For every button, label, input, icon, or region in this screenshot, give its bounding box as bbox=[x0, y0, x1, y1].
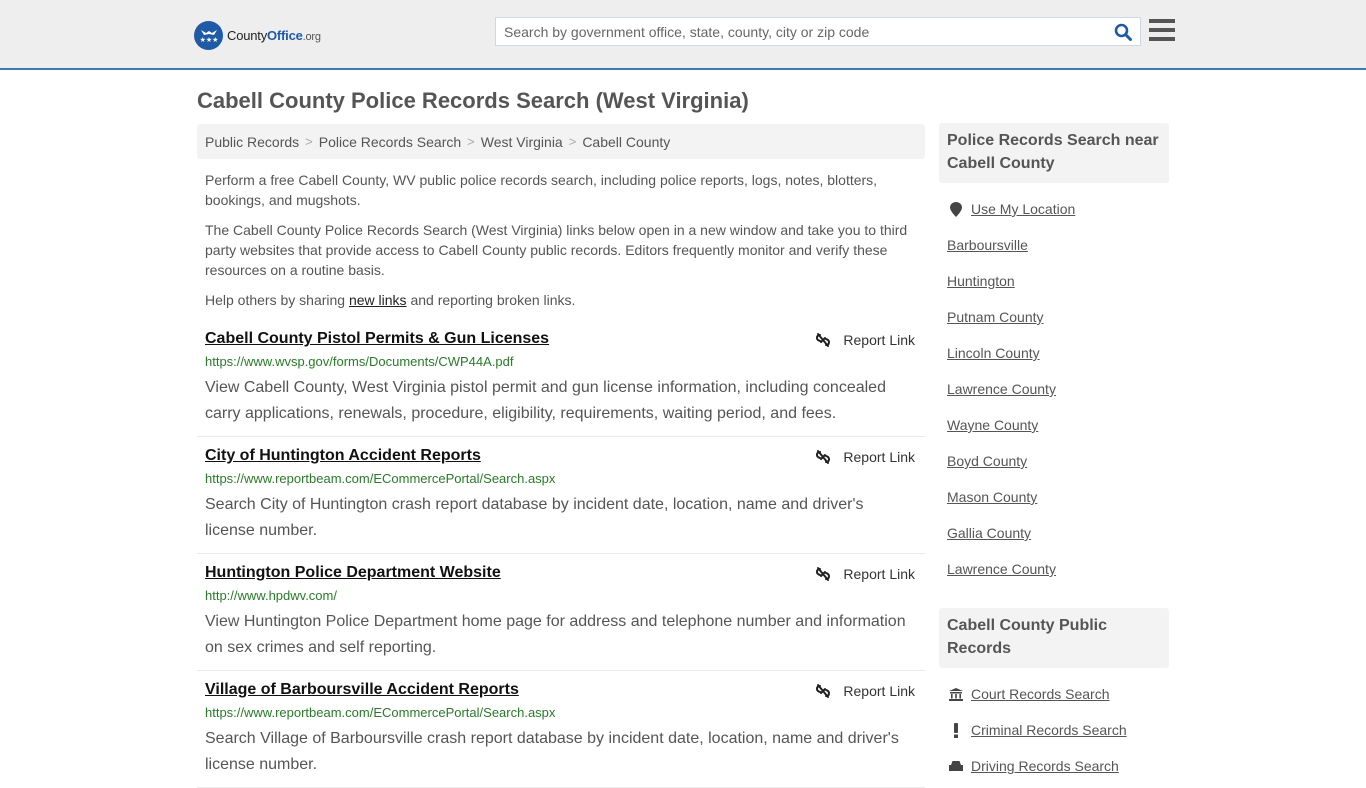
public-records-heading: Cabell County Public Records bbox=[939, 608, 1169, 668]
broken-link-icon bbox=[816, 450, 831, 464]
driving-records-link[interactable]: Driving Records Search bbox=[971, 758, 1119, 774]
exclamation-icon bbox=[947, 722, 965, 738]
nearby-link[interactable]: Lawrence County bbox=[947, 381, 1056, 397]
nearby-link[interactable]: Huntington bbox=[947, 273, 1015, 289]
result-item: Huntington Police Department Website Rep… bbox=[197, 564, 925, 671]
report-link-button[interactable]: Report Link bbox=[815, 566, 915, 582]
new-links-link[interactable]: new links bbox=[349, 292, 407, 308]
breadcrumb-separator: > bbox=[305, 134, 313, 149]
breadcrumb-separator: > bbox=[467, 134, 475, 149]
report-link-button[interactable]: Report Link bbox=[815, 332, 915, 348]
criminal-records-item: Criminal Records Search bbox=[947, 722, 1127, 738]
breadcrumb: Public Records > Police Records Search >… bbox=[197, 124, 925, 159]
search-icon bbox=[1114, 23, 1132, 41]
court-records-link[interactable]: Court Records Search bbox=[971, 686, 1110, 702]
result-title-link[interactable]: Cabell County Pistol Permits & Gun Licen… bbox=[205, 330, 549, 348]
svg-text:★★★: ★★★ bbox=[199, 36, 218, 44]
breadcrumb-separator: > bbox=[568, 134, 577, 149]
disclaimer-paragraph: The Cabell County Police Records Search … bbox=[205, 222, 908, 278]
breadcrumb-police-records-search[interactable]: Police Records Search bbox=[319, 134, 461, 150]
result-url[interactable]: http://www.hpdwv.com/ bbox=[205, 588, 337, 603]
use-my-location: Use My Location bbox=[947, 201, 1075, 217]
result-title-link[interactable]: Village of Barboursville Accident Report… bbox=[205, 681, 519, 699]
top-header: ★★★ CountyOffice.org bbox=[0, 0, 1366, 70]
search-bar bbox=[495, 17, 1141, 46]
nearby-link[interactable]: Mason County bbox=[947, 489, 1037, 505]
site-logo[interactable]: ★★★ CountyOffice.org bbox=[194, 20, 321, 50]
result-url[interactable]: https://www.wvsp.gov/forms/Documents/CWP… bbox=[205, 354, 514, 369]
report-link-button[interactable]: Report Link bbox=[815, 449, 915, 465]
page-title: Cabell County Police Records Search (Wes… bbox=[197, 88, 749, 113]
intro-paragraph: Perform a free Cabell County, WV public … bbox=[205, 172, 878, 208]
nearby-link[interactable]: Lincoln County bbox=[947, 345, 1040, 361]
broken-link-icon bbox=[816, 333, 831, 347]
logo-text: CountyOffice.org bbox=[227, 27, 321, 43]
result-description: View Cabell County, West Virginia pistol… bbox=[205, 379, 886, 422]
nearby-link[interactable]: Boyd County bbox=[947, 453, 1027, 469]
courthouse-icon bbox=[947, 687, 965, 701]
result-item: Village of Barboursville Accident Report… bbox=[197, 681, 925, 788]
breadcrumb-west-virginia[interactable]: West Virginia bbox=[481, 134, 563, 150]
nearby-link[interactable]: Lawrence County bbox=[947, 561, 1056, 577]
nearby-link[interactable]: Wayne County bbox=[947, 417, 1038, 433]
share-links-paragraph: Help others by sharing new links and rep… bbox=[205, 292, 576, 308]
nearby-link[interactable]: Gallia County bbox=[947, 525, 1031, 541]
driving-records-item: Driving Records Search bbox=[947, 758, 1119, 774]
court-records-item: Court Records Search bbox=[947, 686, 1110, 702]
nearby-link[interactable]: Putnam County bbox=[947, 309, 1044, 325]
car-icon bbox=[947, 760, 965, 773]
breadcrumb-public-records[interactable]: Public Records bbox=[205, 134, 299, 150]
search-input[interactable] bbox=[496, 18, 1106, 45]
breadcrumb-cabell-county[interactable]: Cabell County bbox=[582, 134, 670, 150]
result-url[interactable]: https://www.reportbeam.com/ECommercePort… bbox=[205, 471, 555, 486]
use-my-location-link[interactable]: Use My Location bbox=[971, 201, 1075, 217]
eagle-stars-logo-icon: ★★★ bbox=[194, 20, 223, 50]
search-button[interactable] bbox=[1112, 21, 1134, 43]
result-title-link[interactable]: Huntington Police Department Website bbox=[205, 564, 501, 582]
result-item: City of Huntington Accident Reports Repo… bbox=[197, 447, 925, 554]
criminal-records-link[interactable]: Criminal Records Search bbox=[971, 722, 1127, 738]
result-title-link[interactable]: City of Huntington Accident Reports bbox=[205, 447, 481, 465]
result-description: View Huntington Police Department home p… bbox=[205, 613, 906, 656]
result-description: Search Village of Barboursville crash re… bbox=[205, 730, 899, 773]
report-link-button[interactable]: Report Link bbox=[815, 683, 915, 699]
nearby-link[interactable]: Barboursville bbox=[947, 237, 1028, 253]
map-marker-icon bbox=[947, 201, 965, 217]
nearby-heading: Police Records Search near Cabell County bbox=[939, 123, 1169, 183]
result-item: Cabell County Pistol Permits & Gun Licen… bbox=[197, 330, 925, 437]
broken-link-icon bbox=[816, 684, 831, 698]
broken-link-icon bbox=[816, 567, 831, 581]
result-url[interactable]: https://www.reportbeam.com/ECommercePort… bbox=[205, 705, 555, 720]
hamburger-menu-icon[interactable] bbox=[1149, 19, 1175, 43]
result-description: Search City of Huntington crash report d… bbox=[205, 496, 864, 539]
